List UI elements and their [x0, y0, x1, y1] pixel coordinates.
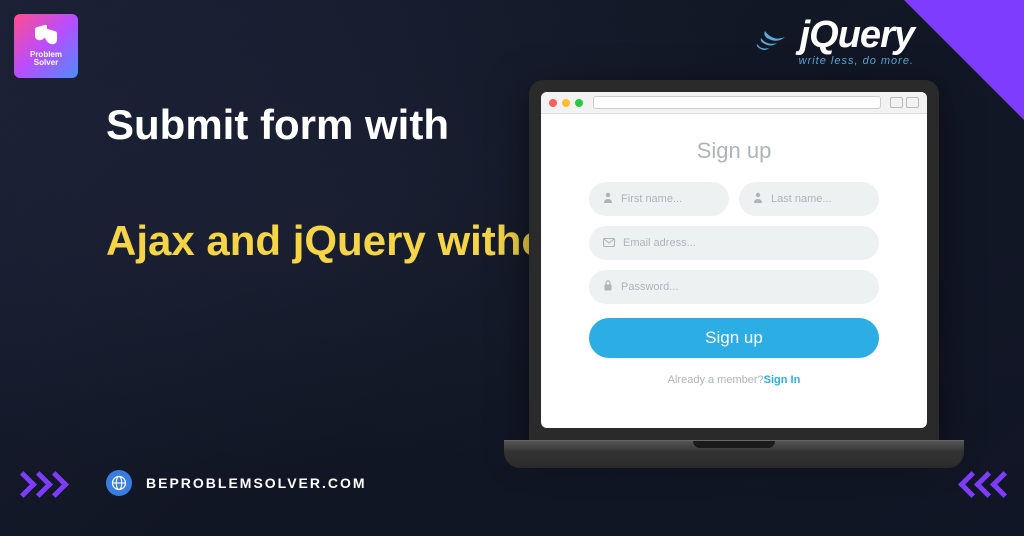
window-controls	[549, 99, 583, 107]
placeholder: First name...	[621, 193, 682, 205]
signup-button[interactable]: Sign up	[589, 318, 879, 358]
user-icon	[603, 192, 613, 206]
minimize-icon[interactable]	[562, 99, 570, 107]
url-text: BEPROBLEMSOLVER.COM	[146, 475, 367, 491]
toolbar-button[interactable]	[906, 97, 919, 108]
signin-link[interactable]: Sign In	[764, 374, 801, 386]
placeholder: Email adress...	[623, 237, 696, 249]
signin-prompt: Already a member?Sign In	[668, 374, 801, 386]
brand-logo-text: ProblemSolver	[30, 51, 62, 67]
maximize-icon[interactable]	[575, 99, 583, 107]
close-icon[interactable]	[549, 99, 557, 107]
form-title: Sign up	[697, 138, 772, 164]
globe-icon	[106, 470, 132, 496]
toolbar-button[interactable]	[890, 97, 903, 108]
brand-logo-icon	[35, 26, 57, 48]
chevron-right-decoration	[962, 472, 1010, 496]
browser-window: Sign up First name... Last name...	[541, 92, 927, 428]
mail-icon	[603, 236, 615, 250]
footer-url: BEPROBLEMSOLVER.COM	[106, 470, 367, 496]
email-field[interactable]: Email adress...	[589, 226, 879, 260]
brand-logo: ProblemSolver	[14, 14, 78, 78]
laptop-base	[504, 440, 964, 468]
address-bar[interactable]	[593, 96, 881, 109]
last-name-field[interactable]: Last name...	[739, 182, 879, 216]
first-name-field[interactable]: First name...	[589, 182, 729, 216]
password-field[interactable]: Password...	[589, 270, 879, 304]
chevron-left-decoration	[14, 472, 62, 496]
laptop-screen: Sign up First name... Last name...	[529, 80, 939, 440]
lock-icon	[603, 280, 613, 294]
jquery-wordmark: jQuery	[800, 14, 914, 56]
signup-form: Sign up First name... Last name...	[541, 114, 927, 428]
placeholder: Password...	[621, 281, 678, 293]
laptop-mockup: Sign up First name... Last name...	[504, 80, 964, 500]
placeholder: Last name...	[771, 193, 832, 205]
jquery-wave-icon	[755, 26, 789, 59]
titlebar	[541, 92, 927, 114]
headline-text: Submit form with	[106, 100, 449, 150]
jquery-logo: jQuery write less, do more.	[755, 14, 914, 67]
user-icon	[753, 192, 763, 206]
